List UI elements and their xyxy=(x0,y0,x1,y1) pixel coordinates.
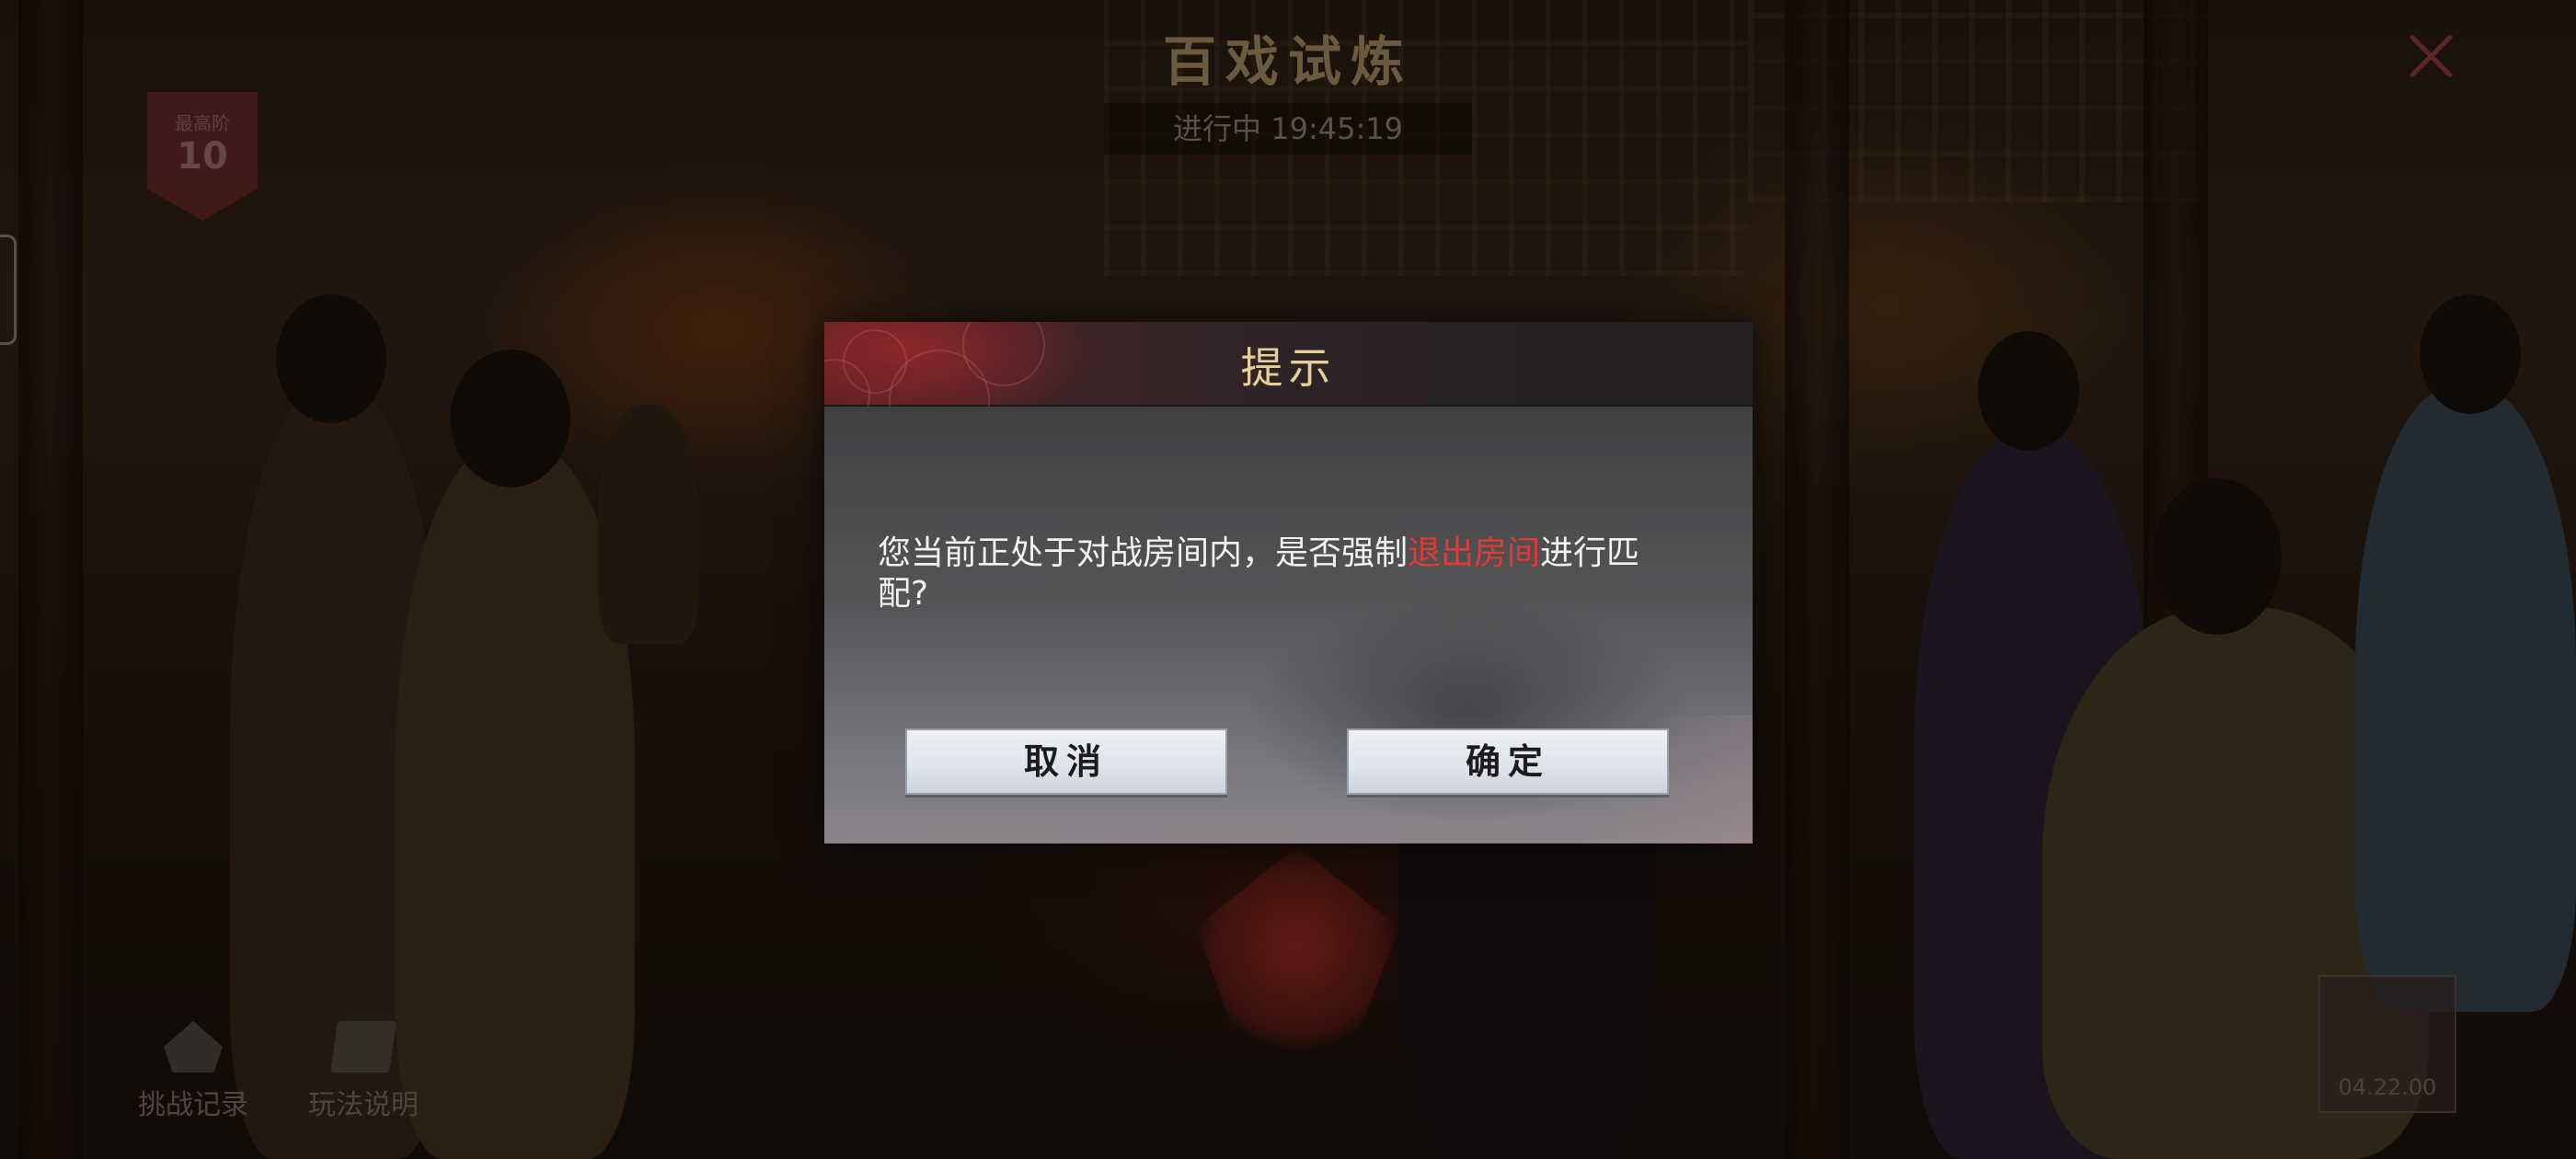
reward-card[interactable]: 04.22.00 xyxy=(2318,975,2456,1113)
rules-label: 玩法说明 xyxy=(308,1089,419,1121)
pencil-icon xyxy=(164,1021,223,1073)
side-expand-tab[interactable] xyxy=(0,235,17,345)
message-highlight: 退出房间 xyxy=(1408,534,1541,572)
dialog-message: 您当前正处于对战房间内，是否强制退出房间进行匹配? xyxy=(878,534,1641,614)
event-title: 百戏试炼 xyxy=(1162,30,1413,93)
dialog-title: 提示 xyxy=(1240,343,1337,393)
message-text: 您当前正处于对战房间内，是否强制 xyxy=(878,534,1409,572)
book-icon xyxy=(330,1021,397,1073)
cancel-button[interactable]: 取消 xyxy=(905,729,1227,795)
rank-label: 最高阶 xyxy=(175,112,230,134)
event-title-bar: 百戏试炼 进行中 19:45:19 xyxy=(1086,18,1490,155)
reward-card-text: 04.22.00 xyxy=(2338,1074,2437,1100)
close-icon[interactable] xyxy=(2403,28,2458,83)
challenge-record-button[interactable]: 挑战记录 xyxy=(101,1021,285,1131)
confirm-button[interactable]: 确定 xyxy=(1347,729,1669,795)
challenge-record-label: 挑战记录 xyxy=(138,1089,248,1121)
confirm-dialog: 提示 您当前正处于对战房间内，是否强制退出房间进行匹配? 取消 确定 xyxy=(824,322,1753,843)
event-status: 进行中 19:45:19 xyxy=(1104,103,1472,155)
rank-value: 10 xyxy=(177,135,228,178)
dialog-header: 提示 xyxy=(824,322,1753,451)
rules-button[interactable]: 玩法说明 xyxy=(271,1021,455,1131)
